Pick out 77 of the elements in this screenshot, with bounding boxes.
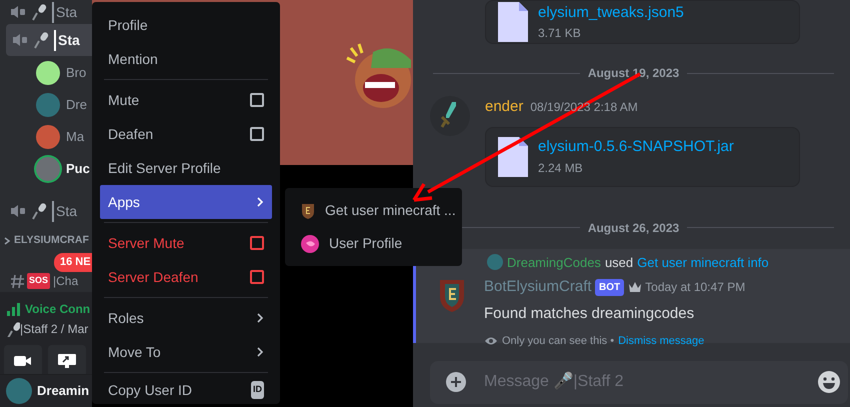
shield-icon <box>301 202 315 218</box>
menu-item[interactable]: Mute <box>100 83 272 117</box>
file-size: 3.71 KB <box>538 25 582 42</box>
message-field[interactable]: Message 🎤|Staff 2 <box>482 369 802 395</box>
message-text: Found matches dreamingcodes <box>484 304 696 324</box>
crown-icon <box>628 281 642 294</box>
channel-name: Sta <box>54 30 80 50</box>
command-link[interactable]: Get user minecraft info <box>637 252 769 272</box>
message-composer[interactable]: Message 🎤|Staff 2 <box>430 360 848 404</box>
username[interactable]: ender <box>485 96 524 118</box>
hashtag-lock-icon <box>10 272 24 290</box>
menu-item[interactable]: Roles <box>100 301 272 335</box>
profile-app-icon <box>301 234 319 252</box>
invoker-name[interactable]: DreamingCodes <box>507 252 601 272</box>
checkbox[interactable] <box>250 236 264 250</box>
channel-name[interactable]: |Cha <box>53 272 78 290</box>
category-name[interactable]: ELYSIUMCRAF <box>14 233 89 249</box>
voice-channel[interactable]: Sta <box>0 199 92 223</box>
chevron-right-icon <box>256 196 264 208</box>
camera-icon <box>13 354 33 368</box>
file-name[interactable]: elysium-0.5.6-SNAPSHOT.jar <box>538 136 734 159</box>
checkbox[interactable] <box>250 93 264 107</box>
small-avatar <box>487 254 503 270</box>
user-name: Dreamin <box>37 382 90 400</box>
checkbox[interactable] <box>250 127 264 141</box>
member-name[interactable]: Bro <box>66 63 86 83</box>
bot-tag: BOT <box>595 278 624 296</box>
new-messages-badge[interactable]: 16 NE <box>54 253 93 272</box>
dismiss-link[interactable]: Dismiss message <box>618 333 704 350</box>
date-divider: August 26, 2023 <box>588 220 680 236</box>
menu-item[interactable]: Profile <box>100 8 272 42</box>
used-label: used <box>604 254 634 272</box>
camera-button[interactable] <box>4 345 42 377</box>
channel-name: Sta <box>52 200 78 222</box>
voice-channel-name: |Staff 2 / Mar <box>20 321 88 338</box>
user-avatar <box>6 378 32 404</box>
bot-name[interactable]: BotElysiumCraft <box>484 276 592 298</box>
microphone-icon <box>31 202 47 220</box>
menu-item[interactable]: Edit Server Profile <box>100 151 272 185</box>
member-name[interactable]: Puc <box>66 159 90 179</box>
chevron-right-icon <box>256 346 264 358</box>
member-name[interactable]: Ma <box>66 127 84 147</box>
menu-item[interactable]: Move To <box>100 335 272 369</box>
id-icon: ID <box>251 381 264 399</box>
microphone-icon <box>33 31 49 49</box>
speaker-lock-icon <box>10 3 26 21</box>
timestamp: Today at 10:47 PM <box>645 279 746 296</box>
member-name[interactable]: Dre <box>66 95 87 115</box>
file-icon <box>498 2 528 42</box>
voice-channel[interactable]: Sta <box>6 24 92 56</box>
chevron-right-icon <box>256 312 264 324</box>
menu-item[interactable]: User Profile <box>293 227 454 260</box>
checkbox[interactable] <box>250 270 264 284</box>
speaker-lock-icon <box>12 31 28 49</box>
microphone-icon <box>6 321 20 337</box>
menu-item[interactable]: Server Mute <box>100 226 272 260</box>
screen-share-icon <box>57 353 77 369</box>
file-icon <box>498 136 528 176</box>
menu-item[interactable]: Deafen <box>100 117 272 151</box>
menu-item[interactable]: Get user minecraft ... <box>293 194 454 227</box>
screen-share-button[interactable] <box>48 345 86 377</box>
emoji-icon <box>818 371 840 393</box>
signal-icon <box>6 302 22 316</box>
menu-item[interactable]: Copy User ID ID <box>100 376 272 404</box>
sword-avatar-icon <box>430 96 470 136</box>
chevron-icon <box>3 236 11 246</box>
file-size: 2.24 MB <box>538 160 584 177</box>
sos-icon: SOS <box>27 273 50 289</box>
voice-status: Voice Conn <box>25 301 90 318</box>
menu-item[interactable]: Apps <box>100 185 272 219</box>
plus-icon <box>446 372 466 392</box>
file-name[interactable]: elysium_tweaks.json5 <box>538 2 684 24</box>
visibility-note: Only you can see this • <box>502 334 614 349</box>
menu-item[interactable]: Server Deafen <box>100 260 272 294</box>
menu-item[interactable]: Mention <box>100 42 272 76</box>
microphone-icon <box>31 3 47 21</box>
speaker-lock-icon <box>10 202 26 220</box>
